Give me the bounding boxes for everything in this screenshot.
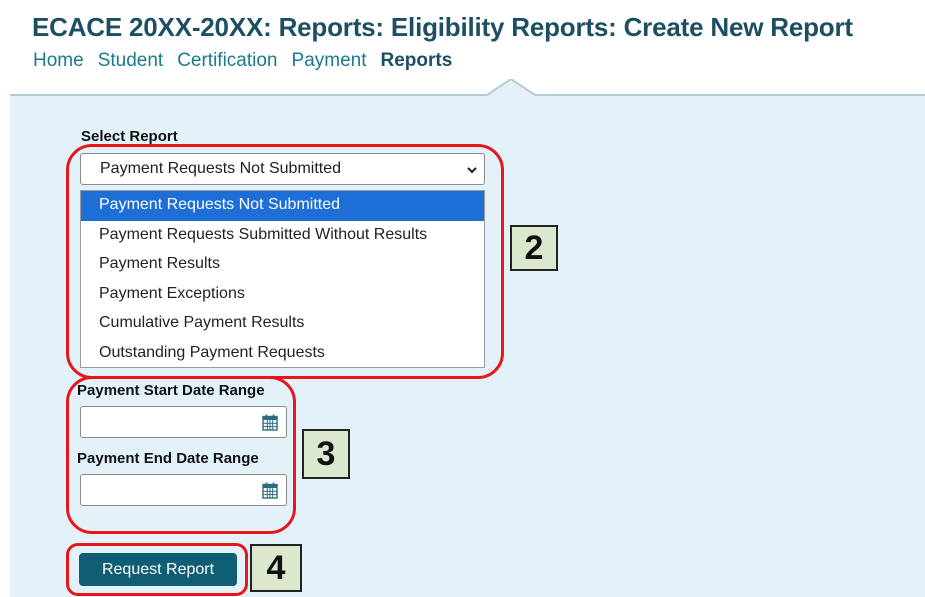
highlight-outline-select [66,144,504,379]
nav-reports[interactable]: Reports [381,50,453,72]
nav-certification[interactable]: Certification [177,50,277,72]
nav-home[interactable]: Home [33,50,84,72]
callout-badge: 2 [510,225,558,271]
nav-payment[interactable]: Payment [292,50,367,72]
select-report-label: Select Report [81,128,178,145]
nav-student[interactable]: Student [98,50,164,72]
callout-badge: 3 [302,429,350,479]
callout-badge: 4 [250,544,302,592]
main-nav: Home Student Certification Payment Repor… [33,50,466,72]
highlight-outline-dates [66,376,296,534]
page-title: ECACE 20XX-20XX: Reports: Eligibility Re… [32,12,853,42]
highlight-outline-button [66,543,248,596]
